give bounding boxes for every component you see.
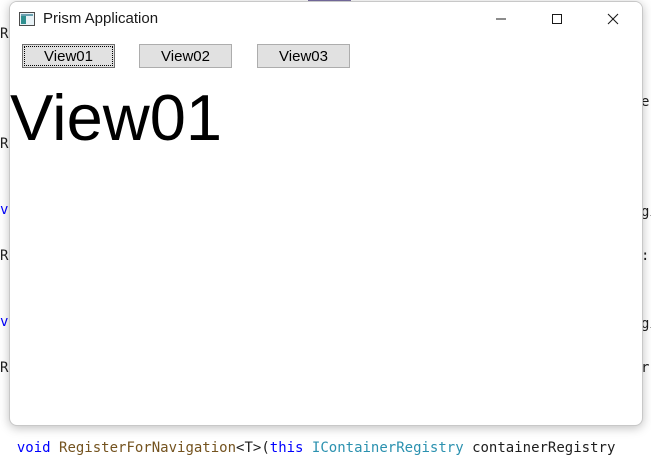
view02-button[interactable]: View02: [139, 44, 232, 68]
bg-code-bottom-line: void RegisterForNavigation<T>(this ICont…: [0, 424, 616, 456]
bg-code-left-1: R: [0, 26, 9, 42]
bg-code-left-2: R: [0, 136, 9, 152]
bg-code-left-6: R: [0, 360, 9, 376]
code-param: containerRegistry: [472, 440, 616, 456]
bg-code-left-3: v: [0, 202, 9, 218]
app-window: Prism Application View01 View02 View03 V…: [9, 1, 643, 426]
code-paren: (: [261, 440, 270, 456]
title-bar[interactable]: Prism Application: [10, 2, 642, 36]
close-button[interactable]: [590, 2, 636, 36]
code-generic: <T>: [236, 440, 262, 456]
maximize-button[interactable]: [534, 2, 580, 36]
close-icon: [607, 13, 619, 25]
code-keyword-this: this: [269, 440, 304, 456]
app-window-icon: [19, 12, 35, 26]
code-keyword: void: [16, 440, 51, 456]
bg-code-left-5: v: [0, 314, 9, 330]
view03-button[interactable]: View03: [257, 44, 350, 68]
region-view-text: View01: [10, 81, 223, 154]
maximize-icon: [552, 14, 562, 24]
code-method: RegisterForNavigation: [59, 440, 237, 456]
bg-code-left-4: R: [0, 248, 9, 264]
minimize-icon: [496, 18, 506, 20]
code-type: IContainerRegistry: [311, 440, 464, 456]
minimize-button[interactable]: [478, 2, 524, 36]
window-title: Prism Application: [43, 10, 159, 27]
view01-button[interactable]: View01: [22, 44, 115, 68]
